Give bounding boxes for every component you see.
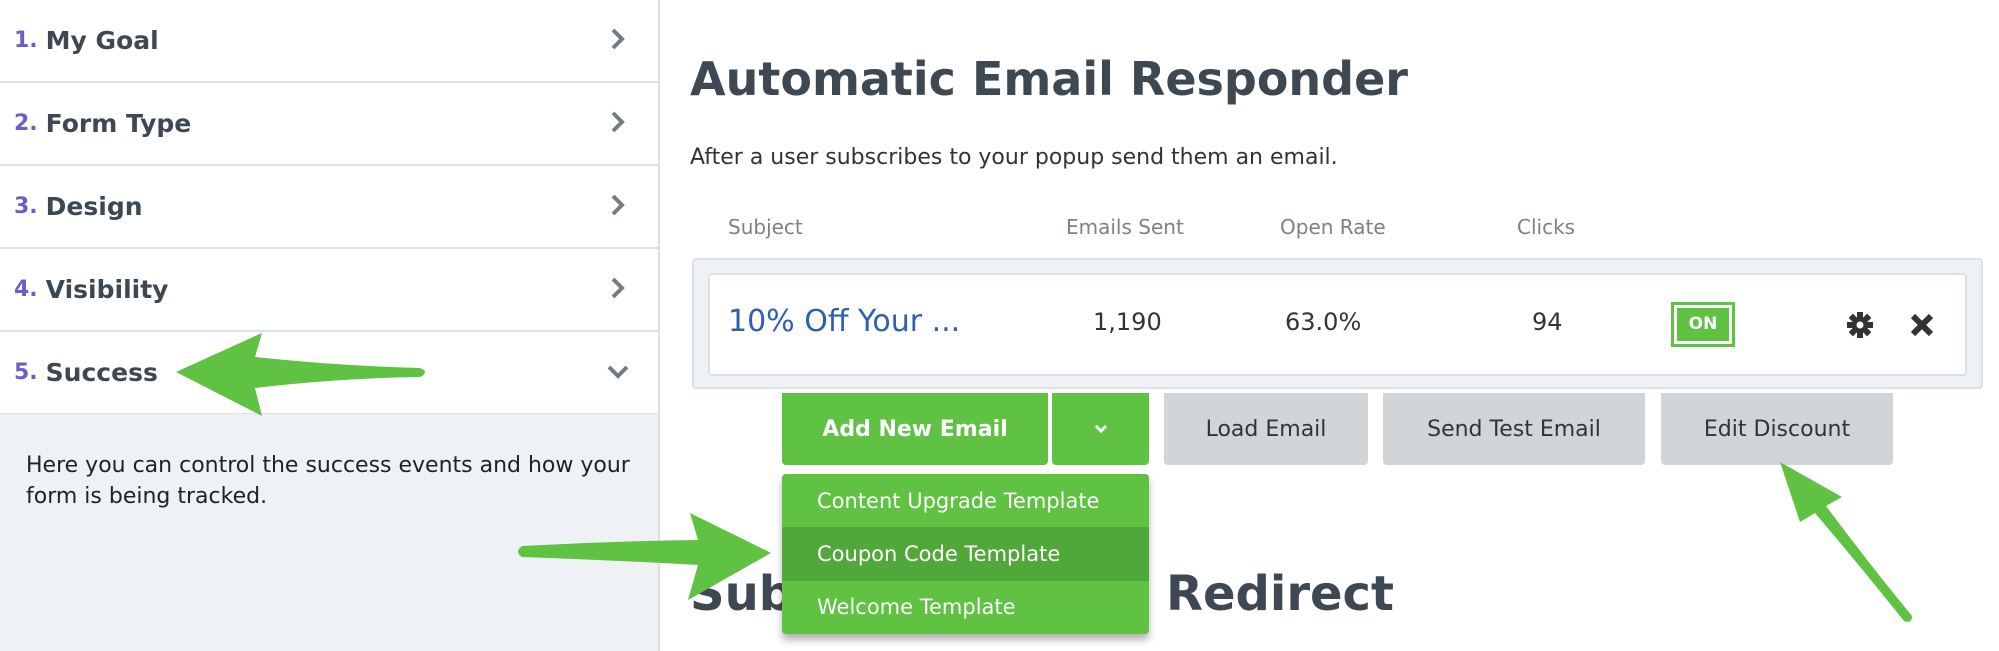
step-label: My Goal — [45, 26, 159, 55]
email-subject-link[interactable]: 10% Off Your ... — [728, 304, 960, 339]
step-number: 4. — [14, 277, 38, 302]
column-subject: Subject — [728, 215, 803, 239]
chevron-down-icon — [1094, 424, 1107, 434]
page-subtitle: After a user subscribes to your popup se… — [690, 145, 1338, 170]
emails-sent-value: 1,190 — [1093, 308, 1162, 336]
menu-item-welcome[interactable]: Welcome Template — [782, 581, 1149, 634]
send-test-email-button[interactable]: Send Test Email — [1383, 393, 1645, 465]
arrow-annotation-edit-discount — [1780, 462, 1912, 622]
step-label: Form Type — [45, 109, 192, 138]
section-heading-start: Sub — [690, 566, 794, 622]
step-number: 1. — [14, 28, 38, 53]
step-number: 5. — [14, 360, 38, 385]
close-icon[interactable] — [1909, 312, 1935, 338]
page-title: Automatic Email Responder — [690, 52, 1408, 106]
chevron-right-icon — [611, 111, 625, 133]
sidebar: 1. My Goal 2. Form Type 3. Design 4. Visibil… — [0, 0, 660, 651]
chevron-right-icon — [611, 194, 625, 216]
add-new-email-button[interactable]: Add New Email — [782, 393, 1048, 465]
gear-icon[interactable] — [1846, 311, 1874, 339]
section-heading-end: Redirect — [1166, 566, 1394, 622]
step-visibility[interactable]: 4. Visibility — [0, 249, 658, 332]
load-email-button[interactable]: Load Email — [1164, 393, 1368, 465]
add-email-dropdown-toggle[interactable] — [1052, 393, 1149, 465]
panel-description: Here you can control the success events … — [26, 453, 630, 509]
step-success[interactable]: 5. Success — [0, 332, 658, 415]
chevron-down-icon — [607, 365, 629, 379]
column-emails-sent: Emails Sent — [1066, 215, 1184, 239]
menu-item-content-upgrade[interactable]: Content Upgrade Template — [782, 474, 1149, 527]
open-rate-value: 63.0% — [1285, 308, 1362, 336]
step-label: Design — [45, 192, 143, 221]
success-panel: Here you can control the success events … — [0, 414, 658, 651]
step-number: 2. — [14, 111, 38, 136]
edit-discount-button[interactable]: Edit Discount — [1661, 393, 1893, 465]
step-design[interactable]: 3. Design — [0, 166, 658, 249]
step-label: Visibility — [45, 275, 169, 304]
chevron-right-icon — [611, 28, 625, 50]
template-dropdown: Content Upgrade Template Coupon Code Tem… — [782, 474, 1149, 634]
menu-item-coupon-code[interactable]: Coupon Code Template — [782, 527, 1149, 581]
step-number: 3. — [14, 194, 38, 219]
status-toggle[interactable]: ON — [1671, 302, 1735, 347]
clicks-value: 94 — [1532, 308, 1563, 336]
chevron-right-icon — [611, 277, 625, 299]
step-form-type[interactable]: 2. Form Type — [0, 83, 658, 166]
status-badge: ON — [1677, 308, 1729, 341]
column-clicks: Clicks — [1517, 215, 1576, 239]
step-my-goal[interactable]: 1. My Goal — [0, 0, 658, 83]
column-open-rate: Open Rate — [1280, 215, 1386, 239]
step-label: Success — [45, 358, 158, 387]
